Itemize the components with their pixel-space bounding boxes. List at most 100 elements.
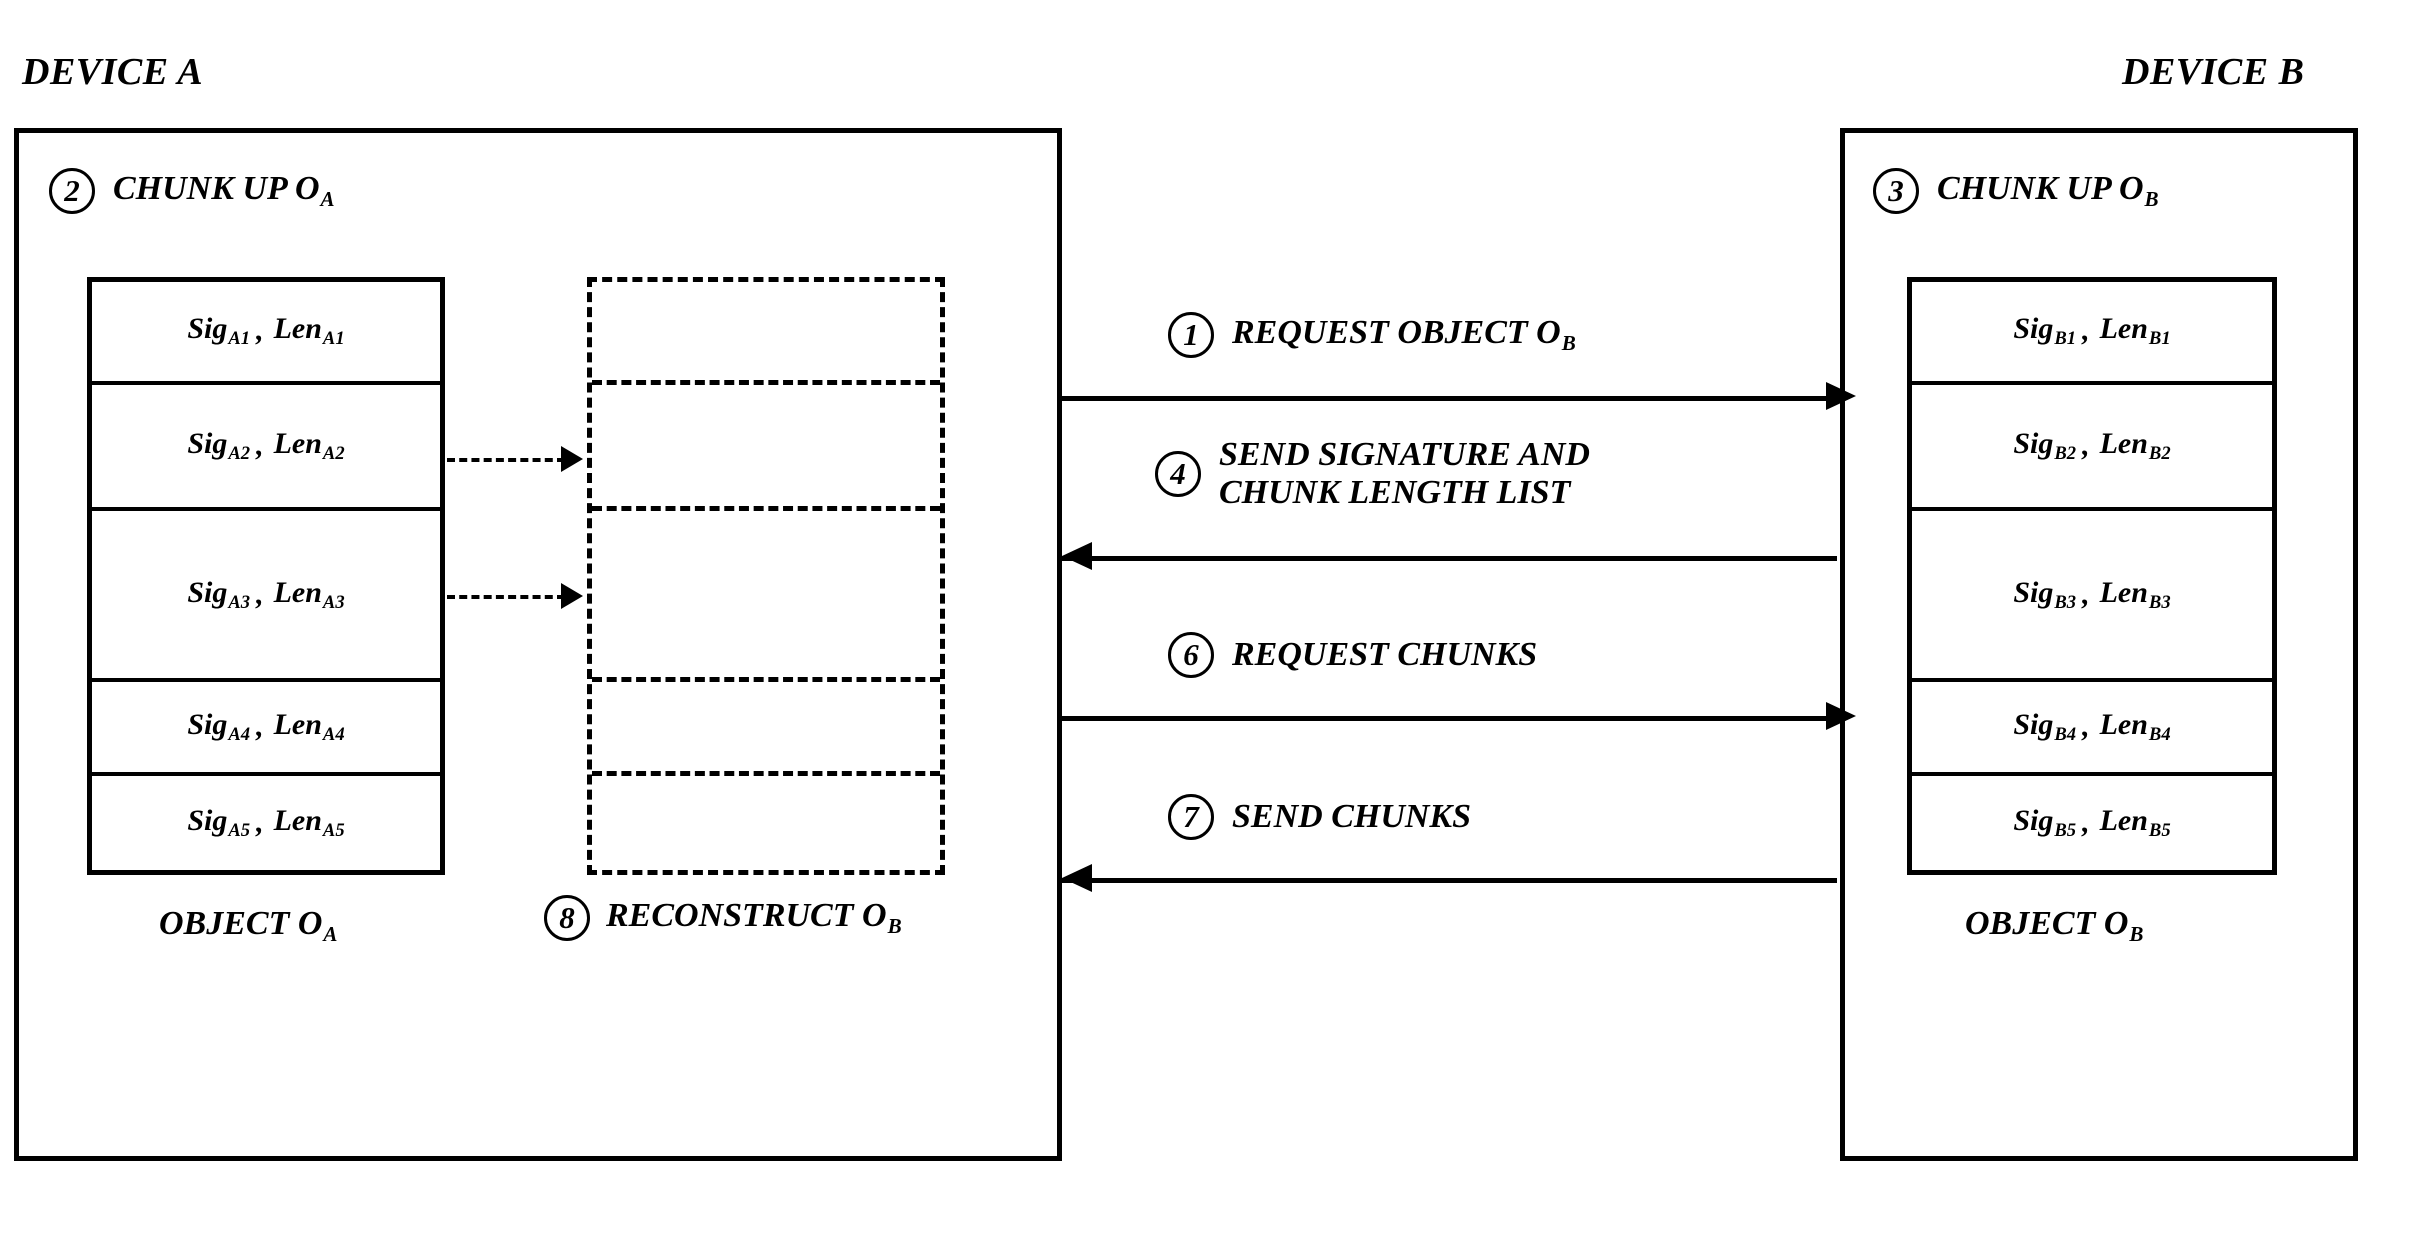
message-6-text: REQUEST CHUNKS bbox=[1232, 635, 1538, 673]
chunk-b1-sig-text: Sig bbox=[2013, 312, 2054, 346]
device-a-chunk-stack: SigA1 , LenA1 SigA2 , LenA2 SigA3 , LenA… bbox=[87, 277, 445, 875]
chunk-b1-sig-sub: B1 bbox=[2054, 328, 2077, 350]
message-1-subscript: B bbox=[1561, 331, 1576, 356]
chunk-a4-len-text: Len bbox=[273, 707, 322, 741]
reconstruction-cell-2 bbox=[592, 385, 940, 512]
message-1-text: REQUEST OBJECT OB bbox=[1232, 314, 1576, 355]
chunk-a1-sig: SigA1 bbox=[187, 312, 250, 350]
chunk-b4-sig: SigB4 bbox=[2013, 708, 2076, 746]
chunk-b1-len-text: Len bbox=[2099, 312, 2148, 346]
chunk-up-subscript-a: A bbox=[320, 186, 335, 211]
chunk-up-subscript-b: B bbox=[2144, 186, 2159, 211]
step-badge-8: 8 bbox=[544, 895, 590, 941]
reconstruction-cell-1 bbox=[592, 282, 940, 385]
message-1-arrowhead-right-icon bbox=[1826, 382, 1856, 410]
chunk-a2-comma: , bbox=[256, 429, 264, 463]
chunk-b5-sig-text: Sig bbox=[2013, 803, 2054, 837]
step-badge-6: 6 bbox=[1168, 632, 1214, 678]
chunk-b3-sig-sub: B3 bbox=[2054, 591, 2077, 613]
message-7-label: 7 SEND CHUNKS bbox=[1168, 794, 1471, 840]
chunk-b2-sig-text: Sig bbox=[2013, 427, 2054, 461]
chunk-a5-len-sub: A5 bbox=[322, 819, 345, 841]
device-b-panel: 3 CHUNK UP OB SigB1 , LenB1 SigB2 , LenB… bbox=[1840, 128, 2358, 1161]
chunk-b4-len: LenB4 bbox=[2100, 708, 2171, 746]
chunk-a1-sig-text: Sig bbox=[187, 312, 228, 346]
chunk-b1-comma: , bbox=[2082, 314, 2090, 348]
chunk-b3-sig: SigB3 bbox=[2013, 576, 2076, 614]
chunk-a1-len: LenA1 bbox=[274, 312, 345, 350]
device-a-chunk-up-heading: 2 CHUNK UP OA bbox=[49, 168, 335, 214]
reconstruct-label-text: RECONSTRUCT OB bbox=[606, 897, 902, 939]
chunk-b2-sig: SigB2 bbox=[2013, 427, 2076, 465]
message-1-main: REQUEST OBJECT O bbox=[1232, 314, 1561, 352]
chunk-cell-b5: SigB5 , LenB5 bbox=[1912, 776, 2272, 870]
dashed-connector-arrowhead-a2 bbox=[561, 583, 583, 609]
diagram-canvas: DEVICE A DEVICE B 2 CHUNK UP OA SigA1 , … bbox=[0, 0, 2413, 1238]
chunk-cell-a3: SigA3 , LenA3 bbox=[92, 511, 440, 682]
chunk-b3-len: LenB3 bbox=[2100, 576, 2171, 614]
chunk-a2-sig-text: Sig bbox=[187, 427, 228, 461]
chunk-a2-sig-sub: A2 bbox=[228, 443, 251, 465]
chunk-b2-sig-sub: B2 bbox=[2054, 443, 2077, 465]
chunk-a4-len: LenA4 bbox=[274, 708, 345, 746]
chunk-up-text-b: CHUNK UP O bbox=[1937, 170, 2144, 208]
chunk-b5-len-text: Len bbox=[2099, 803, 2148, 837]
chunk-b1-len: LenB1 bbox=[2100, 312, 2171, 350]
device-a-object-caption: OBJECT OA bbox=[159, 905, 337, 947]
chunk-a3-len: LenA3 bbox=[274, 576, 345, 614]
message-1-arrow-line bbox=[1062, 396, 1837, 401]
reconstruct-label: 8 RECONSTRUCT OB bbox=[544, 895, 902, 941]
chunk-b5-len-sub: B5 bbox=[2148, 819, 2171, 841]
chunk-cell-a4: SigA4 , LenA4 bbox=[92, 682, 440, 776]
reconstruct-text: RECONSTRUCT O bbox=[606, 897, 887, 935]
chunk-a3-sig-text: Sig bbox=[187, 575, 228, 609]
object-b-subscript: B bbox=[2129, 921, 2144, 946]
device-b-caption: DEVICE B bbox=[2122, 51, 2305, 93]
device-b-chunk-up-heading: 3 CHUNK UP OB bbox=[1873, 168, 2159, 214]
chunk-cell-b2: SigB2 , LenB2 bbox=[1912, 385, 2272, 512]
chunk-b5-sig: SigB5 bbox=[2013, 804, 2076, 842]
dashed-connector-chunk-a1 bbox=[447, 458, 565, 462]
message-7-arrowhead-left-icon bbox=[1062, 864, 1092, 892]
chunk-cell-a1: SigA1 , LenA1 bbox=[92, 282, 440, 385]
step-badge-2: 2 bbox=[49, 168, 95, 214]
message-6-arrow-line bbox=[1062, 716, 1837, 721]
chunk-b5-comma: , bbox=[2082, 805, 2090, 839]
message-7-arrow-line bbox=[1062, 878, 1837, 883]
step-badge-3: 3 bbox=[1873, 168, 1919, 214]
chunk-a3-len-text: Len bbox=[273, 575, 322, 609]
chunk-a3-comma: , bbox=[256, 577, 264, 611]
chunk-b4-comma: , bbox=[2082, 709, 2090, 743]
chunk-a2-len-sub: A2 bbox=[322, 443, 345, 465]
chunk-a2-sig: SigA2 bbox=[187, 427, 250, 465]
reconstruction-cell-4 bbox=[592, 682, 940, 776]
device-a-chunk-up-label: CHUNK UP OA bbox=[113, 170, 335, 212]
step-badge-1: 1 bbox=[1168, 312, 1214, 358]
chunk-a5-comma: , bbox=[256, 805, 264, 839]
message-7-text: SEND CHUNKS bbox=[1232, 797, 1472, 835]
chunk-a3-sig-sub: A3 bbox=[228, 591, 251, 613]
chunk-a4-len-sub: A4 bbox=[322, 723, 345, 745]
chunk-cell-b4: SigB4 , LenB4 bbox=[1912, 682, 2272, 776]
dashed-connector-chunk-a2 bbox=[447, 595, 565, 599]
chunk-b2-comma: , bbox=[2082, 429, 2090, 463]
device-b-chunk-stack: SigB1 , LenB1 SigB2 , LenB2 SigB3 , LenB… bbox=[1907, 277, 2277, 875]
reconstruction-cell-5 bbox=[592, 776, 940, 870]
chunk-a5-sig-text: Sig bbox=[187, 803, 228, 837]
message-4-arrow-line bbox=[1062, 556, 1837, 561]
step-badge-4: 4 bbox=[1155, 451, 1201, 498]
message-4-main: SEND SIGNATURE AND bbox=[1219, 436, 1590, 473]
chunk-b4-len-text: Len bbox=[2099, 707, 2148, 741]
chunk-a4-sig: SigA4 bbox=[187, 708, 250, 746]
chunk-a3-sig: SigA3 bbox=[187, 576, 250, 614]
chunk-a5-sig-sub: A5 bbox=[228, 819, 251, 841]
chunk-a3-len-sub: A3 bbox=[322, 591, 345, 613]
chunk-b5-sig-sub: B5 bbox=[2054, 819, 2077, 841]
chunk-b4-sig-sub: B4 bbox=[2054, 723, 2077, 745]
reconstruction-box bbox=[587, 277, 945, 875]
object-b-text: OBJECT O bbox=[1965, 905, 2129, 942]
chunk-cell-a2: SigA2 , LenA2 bbox=[92, 385, 440, 512]
chunk-a1-comma: , bbox=[256, 314, 264, 348]
device-a-caption: DEVICE A bbox=[22, 51, 204, 93]
chunk-b1-sig: SigB1 bbox=[2013, 312, 2076, 350]
